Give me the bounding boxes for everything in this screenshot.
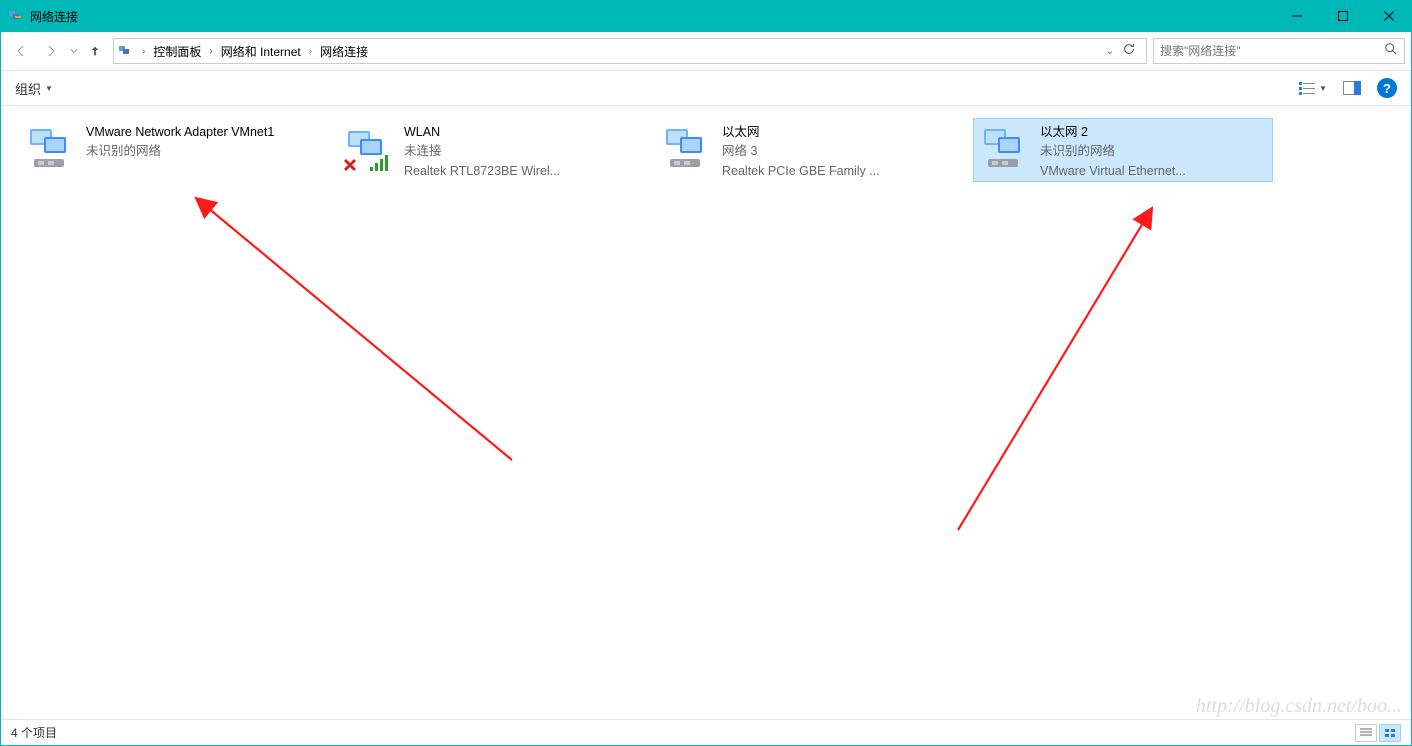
adapter-name: WLAN (404, 123, 632, 142)
chevron-down-icon: ▼ (45, 84, 53, 93)
recent-dropdown[interactable] (67, 37, 81, 65)
forward-button[interactable] (37, 37, 65, 65)
minimize-button[interactable] (1274, 0, 1320, 32)
statusbar: 4 个项目 (1, 719, 1411, 745)
help-button[interactable]: ? (1377, 78, 1397, 98)
preview-pane-button[interactable] (1343, 81, 1361, 95)
network-adapter-icon (342, 123, 396, 177)
content-area: VMware Network Adapter VMnet1 未识别的网络 WLA… (1, 106, 1411, 719)
network-adapter-icon (660, 123, 714, 177)
window-controls (1274, 0, 1412, 32)
chevron-right-icon[interactable]: › (142, 46, 145, 57)
adapter-status: 未识别的网络 (1040, 142, 1268, 161)
close-button[interactable] (1366, 0, 1412, 32)
adapter-name: 以太网 2 (1040, 123, 1268, 142)
maximize-button[interactable] (1320, 0, 1366, 32)
network-adapter-item[interactable]: WLAN 未连接 Realtek RTL8723BE Wirel... (337, 118, 637, 182)
breadcrumb[interactable]: › 控制面板 › 网络和 Internet › 网络连接 ⌄ (113, 38, 1147, 64)
network-adapter-icon (24, 123, 78, 177)
chevron-down-icon[interactable]: ⌄ (1106, 46, 1114, 57)
breadcrumb-segment[interactable]: 网络连接 (316, 41, 372, 62)
network-adapter-text: VMware Network Adapter VMnet1 未识别的网络 (86, 123, 314, 177)
chevron-down-icon: ▼ (1319, 84, 1327, 93)
network-adapter-item[interactable]: VMware Network Adapter VMnet1 未识别的网络 (19, 118, 319, 182)
back-button[interactable] (7, 37, 35, 65)
search-box[interactable] (1153, 38, 1405, 64)
addressbar: › 控制面板 › 网络和 Internet › 网络连接 ⌄ (1, 32, 1411, 70)
breadcrumb-icon (118, 43, 134, 59)
network-adapter-item[interactable]: 以太网 网络 3 Realtek PCIe GBE Family ... (655, 118, 955, 182)
titlebar: 网络连接 (0, 0, 1412, 32)
adapter-name: VMware Network Adapter VMnet1 (86, 123, 314, 142)
network-adapter-text: 以太网 网络 3 Realtek PCIe GBE Family ... (722, 123, 950, 177)
adapter-status: 未识别的网络 (86, 142, 314, 161)
app-icon (8, 8, 24, 24)
view-mode-button[interactable]: ▼ (1299, 81, 1327, 95)
icons-view-button[interactable] (1379, 724, 1401, 742)
breadcrumb-segment[interactable]: 网络和 Internet (217, 41, 305, 62)
adapter-device: Realtek PCIe GBE Family ... (722, 162, 950, 177)
organize-button[interactable]: 组织 ▼ (15, 79, 53, 98)
network-adapter-text: WLAN 未连接 Realtek RTL8723BE Wirel... (404, 123, 632, 177)
network-adapter-icon (978, 123, 1032, 177)
adapter-device: VMware Virtual Ethernet... (1040, 162, 1268, 177)
window-title: 网络连接 (30, 8, 1274, 25)
adapter-name: 以太网 (722, 123, 950, 142)
status-count: 4 个项目 (11, 724, 57, 741)
network-adapter-item[interactable]: 以太网 2 未识别的网络 VMware Virtual Ethernet... (973, 118, 1273, 182)
status-view-switcher (1355, 724, 1401, 742)
chevron-right-icon[interactable]: › (309, 46, 312, 57)
refresh-button[interactable] (1116, 42, 1142, 61)
adapter-status: 未连接 (404, 142, 632, 161)
organize-label: 组织 (15, 79, 41, 98)
search-input[interactable] (1160, 44, 1384, 58)
breadcrumb-segment[interactable]: 控制面板 (149, 41, 205, 62)
search-icon[interactable] (1384, 42, 1398, 61)
toolbar: 组织 ▼ ▼ ? (1, 70, 1411, 106)
details-view-button[interactable] (1355, 724, 1377, 742)
network-adapter-text: 以太网 2 未识别的网络 VMware Virtual Ethernet... (1040, 123, 1268, 177)
adapter-status: 网络 3 (722, 142, 950, 161)
adapter-device: Realtek RTL8723BE Wirel... (404, 162, 632, 177)
up-button[interactable] (83, 37, 107, 65)
chevron-right-icon[interactable]: › (209, 46, 212, 57)
